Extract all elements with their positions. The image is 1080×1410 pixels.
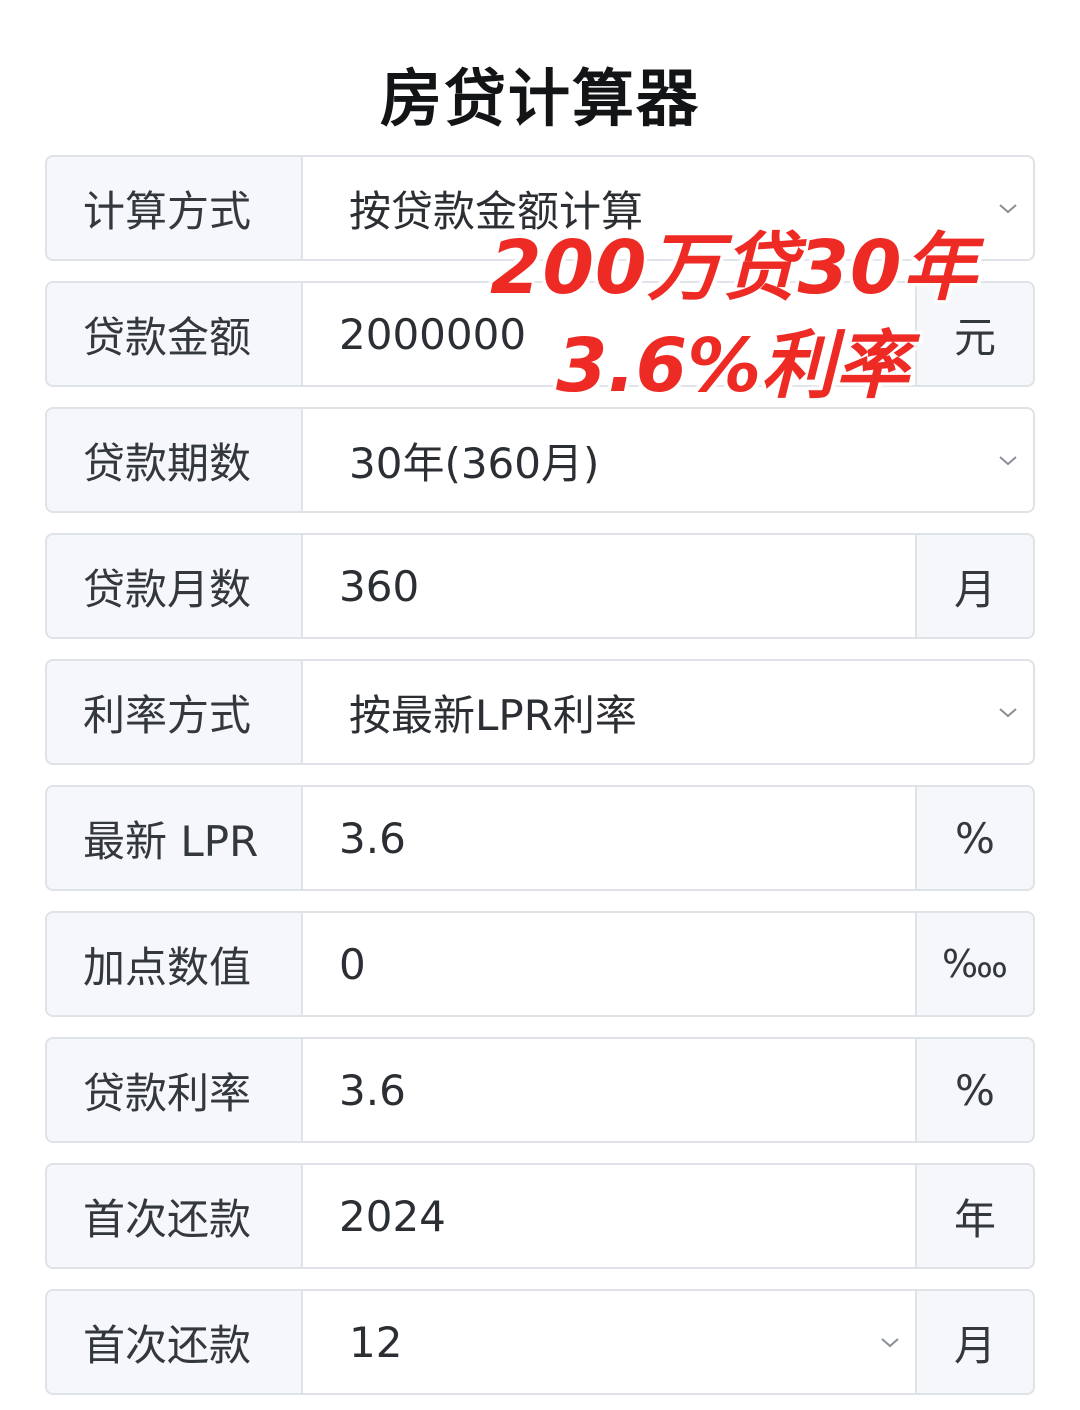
latest-lpr-unit: % [917,785,1035,891]
row-latest-lpr: 最新 LPR 3.6 % [45,785,1035,891]
loan-rate-label: 贷款利率 [45,1037,303,1143]
page-title: 房贷计算器 [379,62,700,135]
first-payment-month-select[interactable]: 12 [303,1289,917,1395]
row-rate-method: 利率方式 按最新LPR利率 [45,659,1035,765]
loan-rate-value: 3.6 [339,1065,406,1115]
first-payment-year-unit: 年 [917,1163,1035,1269]
basis-points-unit: ‱ [917,911,1035,1017]
latest-lpr-label: 最新 LPR [45,785,303,891]
first-payment-month-label: 首次还款 [45,1289,303,1395]
chevron-down-icon [999,204,1017,214]
overlay-headline: 200万贷30年 [490,225,978,311]
loan-term-label: 贷款期数 [45,407,303,513]
loan-months-input[interactable]: 360 [303,533,917,639]
chevron-down-icon [999,456,1017,466]
chevron-down-icon [999,708,1017,718]
first-payment-year-label: 首次还款 [45,1163,303,1269]
loan-term-select[interactable]: 30年(360月) [303,407,1035,513]
loan-amount-label: 贷款金额 [45,281,303,387]
calc-method-label: 计算方式 [45,155,303,261]
row-loan-rate: 贷款利率 3.6 % [45,1037,1035,1143]
loan-rate-unit: % [917,1037,1035,1143]
rate-method-label: 利率方式 [45,659,303,765]
row-loan-term: 贷款期数 30年(360月) [45,407,1035,513]
row-first-payment-month: 首次还款 12 月 [45,1289,1035,1395]
chevron-down-icon [881,1338,899,1348]
rate-method-select[interactable]: 按最新LPR利率 [303,659,1035,765]
overlay-rate: 3.6%利率 [556,323,910,409]
row-basis-points: 加点数值 0 ‱ [45,911,1035,1017]
first-payment-year-input[interactable]: 2024 [303,1163,917,1269]
loan-months-unit: 月 [917,533,1035,639]
loan-term-value: 30年(360月) [349,438,600,488]
basis-points-input[interactable]: 0 [303,911,917,1017]
basis-points-label: 加点数值 [45,911,303,1017]
loan-rate-input[interactable]: 3.6 [303,1037,917,1143]
first-payment-month-value: 12 [349,1317,403,1367]
latest-lpr-value: 3.6 [339,813,406,863]
loan-months-value: 360 [339,561,420,611]
rate-method-value: 按最新LPR利率 [349,690,637,740]
latest-lpr-input[interactable]: 3.6 [303,785,917,891]
first-payment-month-unit: 月 [917,1289,1035,1395]
loan-amount-value: 2000000 [339,309,527,359]
first-payment-year-value: 2024 [339,1191,446,1241]
basis-points-value: 0 [339,939,366,989]
row-first-payment-year: 首次还款 2024 年 [45,1163,1035,1269]
row-loan-months: 贷款月数 360 月 [45,533,1035,639]
loan-months-label: 贷款月数 [45,533,303,639]
